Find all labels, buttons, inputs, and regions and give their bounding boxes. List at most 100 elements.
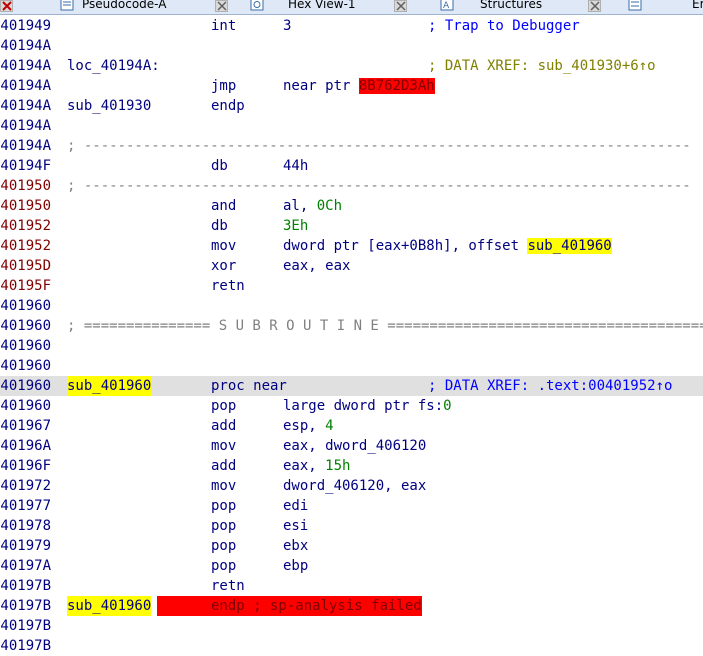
line-address: 0401960 bbox=[0, 378, 52, 394]
line-address: 0401960 bbox=[0, 338, 52, 354]
mnemonic: and bbox=[211, 198, 237, 214]
listing-line[interactable]: 0401978 pop esi bbox=[0, 516, 703, 536]
line-address: 0401960 bbox=[0, 358, 52, 374]
listing-line[interactable]: 0401952 db 3Eh bbox=[0, 216, 703, 236]
mnemonic: pop bbox=[211, 518, 237, 534]
operand-text: esp, bbox=[283, 418, 326, 434]
listing-line[interactable]: 0401967 add esp, 4 bbox=[0, 416, 703, 436]
listing-line[interactable]: 0401972 mov dword_406120, eax bbox=[0, 476, 703, 496]
mnemonic: pop bbox=[211, 538, 237, 554]
pseudocode-icon bbox=[60, 0, 74, 11]
close-tab-button[interactable] bbox=[215, 0, 228, 12]
line-address: 0401978 bbox=[0, 518, 52, 534]
error-highlight bbox=[157, 596, 211, 616]
tab-label: Er bbox=[692, 0, 703, 11]
listing-line[interactable]: 0401960 ; =============== S U B R O U T I… bbox=[0, 316, 703, 336]
operand-text: large dword ptr fs: bbox=[283, 398, 444, 414]
svg-text:A: A bbox=[443, 1, 450, 11]
listing-line[interactable]: 0401960 bbox=[0, 356, 703, 376]
listing-line[interactable]: 040197B retn bbox=[0, 576, 703, 596]
line-address: 040194A bbox=[0, 118, 52, 134]
line-address: 040196A bbox=[0, 438, 52, 454]
operand: ebx bbox=[283, 538, 309, 554]
line-address: 0401967 bbox=[0, 418, 52, 434]
operand: esp, 4 bbox=[283, 416, 334, 436]
hex-view-icon bbox=[250, 0, 264, 11]
code-label[interactable]: sub_401960 bbox=[67, 596, 152, 616]
enums-icon bbox=[628, 0, 642, 11]
listing-line[interactable]: 040195D xor eax, eax bbox=[0, 256, 703, 276]
mnemonic: xor bbox=[211, 258, 237, 274]
listing-line[interactable]: 040194F db 44h bbox=[0, 156, 703, 176]
listing-line[interactable]: 0401952 mov dword ptr [eax+0B8h], offset s… bbox=[0, 236, 703, 256]
line-address: 040197B bbox=[0, 618, 52, 634]
operand-text: dword ptr [eax+0B8h], offset bbox=[283, 238, 528, 254]
listing-line[interactable]: 040197B sub_401960 endp ; sp-analysis fail… bbox=[0, 596, 703, 616]
listing-line[interactable]: 040197B bbox=[0, 616, 703, 636]
close-icon bbox=[590, 1, 600, 11]
code-label: loc_40194A: bbox=[67, 58, 160, 74]
line-address: 040194A bbox=[0, 78, 52, 94]
line-address: 040196F bbox=[0, 458, 52, 474]
close-tab-button[interactable] bbox=[588, 0, 601, 12]
listing-line[interactable]: 040194A loc_40194A: ; DATA XREF: sub_40193… bbox=[0, 56, 703, 76]
operand-text: al, bbox=[283, 198, 317, 214]
listing-line[interactable]: 040197A pop ebp bbox=[0, 556, 703, 576]
listing-line[interactable]: 040194A sub_401930 endp bbox=[0, 96, 703, 116]
operand: eax, 15h bbox=[283, 456, 350, 476]
line-address: 040197A bbox=[0, 558, 52, 574]
mnemonic: mov bbox=[211, 478, 237, 494]
listing-line[interactable]: 0401960 pop large dword ptr fs:0 bbox=[0, 396, 703, 416]
listing-line[interactable]: 0401949 int 3 ; Trap to Debugger bbox=[0, 16, 703, 36]
structures-icon: A bbox=[440, 0, 454, 11]
code-label[interactable]: sub_401960 bbox=[67, 376, 152, 396]
listing-line[interactable]: 0401950 ; -------------------------------… bbox=[0, 176, 703, 196]
listing-line[interactable]: 0401960 bbox=[0, 296, 703, 316]
listing-line[interactable]: 0401950 and al, 0Ch bbox=[0, 196, 703, 216]
mnemonic: proc near bbox=[211, 378, 287, 394]
mnemonic: endp ; sp-analysis failed bbox=[211, 596, 422, 616]
operand-address[interactable]: 8B762D3Ah bbox=[358, 78, 435, 94]
listing-line[interactable]: 040196F add eax, 15h bbox=[0, 456, 703, 476]
close-icon bbox=[217, 1, 227, 11]
separator-line: ; --------------------------------------… bbox=[67, 138, 691, 154]
line-address: 0401949 bbox=[0, 18, 52, 34]
listing-line[interactable]: 040196A mov eax, dword_406120 bbox=[0, 436, 703, 456]
listing-line[interactable]: 0401979 pop ebx bbox=[0, 536, 703, 556]
listing-line[interactable]: 040194A jmp near ptr 8B762D3Ah bbox=[0, 76, 703, 96]
tab-bar: Pseudocode-A Hex View-1 A Structures Er bbox=[0, 0, 703, 15]
operand: dword_406120, eax bbox=[283, 478, 427, 494]
listing-line[interactable]: 040194A ; -------------------------------… bbox=[0, 136, 703, 156]
tab-label: Pseudocode-A bbox=[82, 0, 167, 11]
line-comment: ; Trap to Debugger bbox=[428, 18, 580, 34]
line-address: 0401972 bbox=[0, 478, 52, 494]
listing-line[interactable]: 040195F retn bbox=[0, 276, 703, 296]
listing-line[interactable]: 0401960 sub_401960 proc near ; DATA XREF: .… bbox=[0, 376, 703, 396]
line-comment: ; DATA XREF: sub_401930+6↑o bbox=[428, 58, 656, 74]
close-tab-button[interactable] bbox=[0, 0, 13, 12]
line-address: 0401960 bbox=[0, 298, 52, 314]
mnemonic: db bbox=[211, 218, 228, 234]
close-tab-button[interactable] bbox=[394, 0, 407, 12]
line-address: 040194A bbox=[0, 98, 52, 114]
operand: large dword ptr fs:0 bbox=[283, 396, 452, 416]
line-address: 0401950 bbox=[0, 178, 52, 194]
operand-number: 0Ch bbox=[316, 198, 343, 214]
listing-line[interactable]: 040194A bbox=[0, 116, 703, 136]
listing-line[interactable]: 0401960 bbox=[0, 336, 703, 356]
line-address: 040195D bbox=[0, 258, 52, 274]
operand-text: eax, bbox=[283, 458, 326, 474]
operand: al, 0Ch bbox=[283, 196, 342, 216]
operand: eax, eax bbox=[283, 258, 351, 274]
operand-reference[interactable]: sub_401960 bbox=[527, 238, 612, 254]
line-comment: ; DATA XREF: .text:00401952↑o bbox=[428, 378, 673, 394]
mnemonic: db bbox=[211, 158, 228, 174]
listing-line[interactable]: 040197B bbox=[0, 636, 703, 656]
mnemonic: add bbox=[211, 458, 237, 474]
operand: near ptr 8B762D3Ah bbox=[283, 76, 435, 96]
line-address: 040194A bbox=[0, 38, 52, 54]
line-address: 0401960 bbox=[0, 398, 52, 414]
listing-line[interactable]: 040194A bbox=[0, 36, 703, 56]
operand-number: 0 bbox=[443, 398, 452, 414]
listing-line[interactable]: 0401977 pop edi bbox=[0, 496, 703, 516]
